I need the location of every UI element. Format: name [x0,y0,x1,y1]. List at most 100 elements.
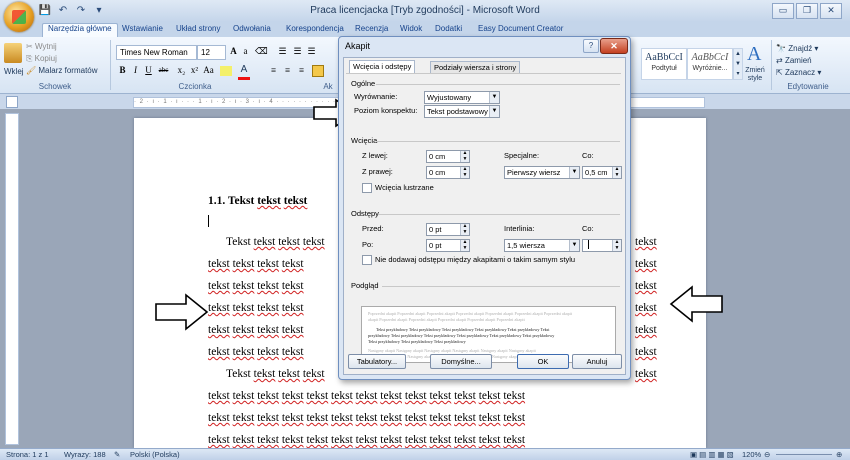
zoom-slider[interactable] [776,454,832,455]
line-spacing-select[interactable]: 1,5 wiersza ▼ [504,239,580,252]
mirror-indents-checkbox[interactable] [362,183,372,193]
subscript-icon[interactable]: x₂ [176,64,187,76]
vertical-ruler[interactable] [5,113,19,445]
align-right-icon[interactable]: ≡ [296,64,307,76]
styles-scroll[interactable]: ▲ ▼ ▾ [733,48,743,80]
chevron-down-icon[interactable]: ▾ [92,4,106,18]
language-indicator[interactable]: Polski (Polska) [130,450,180,459]
paragraph-line: tekst tekst tekst tekst [208,302,304,314]
style-subtitle[interactable]: AaBbCcI Podtytuł [641,48,687,80]
undo-icon[interactable]: ↶ [56,4,70,18]
grow-font-icon[interactable]: A [228,45,239,57]
minimize-button[interactable]: ▭ [772,3,794,19]
maximize-button[interactable]: ❐ [796,3,818,19]
clear-format-icon[interactable]: ⌫ [255,45,268,57]
window-controls: ▭ ❐ ✕ [772,3,842,19]
shrink-font-icon[interactable]: a [240,45,251,57]
replace-icon: ⇄ [776,56,785,65]
paste-icon[interactable] [4,43,22,63]
special-indent-select[interactable]: Pierwszy wiersz ▼ [504,166,580,179]
replace-button[interactable]: ⇄ Zamień [776,56,812,65]
format-painter-button[interactable]: 🖌 Malarz formatów [26,66,98,75]
tab-page-layout[interactable]: Układ strony [176,24,220,37]
change-styles-button[interactable]: Zmień style [744,67,766,83]
spinner-arrows-icon: ▲ ▼ [460,239,469,251]
page-count[interactable]: Strona: 1 z 1 [6,450,49,459]
proofing-icon[interactable]: ✎ [114,450,120,459]
paste-button[interactable]: Wklej [4,67,24,76]
indent-by-label: Co: [582,151,594,160]
status-bar: Strona: 1 z 1 Wyrazy: 188 ✎ Polski (Pols… [0,448,850,460]
style-emphasis[interactable]: AaBbCcI Wyróżnie... [687,48,733,80]
change-styles-icon[interactable]: A [747,43,761,66]
question-icon: ? [588,41,594,50]
align-left-icon[interactable]: ≡ [268,64,279,76]
bold-icon[interactable]: B [117,64,128,76]
zoom-in-icon[interactable]: ⊕ [836,450,842,459]
spacing-after-spinner[interactable]: 0 pt ▲ ▼ [426,239,470,252]
close-button[interactable]: ✕ [820,3,842,19]
align-center-icon[interactable]: ≡ [282,64,293,76]
chevron-down-icon: ▼ [569,240,579,251]
superscript-icon[interactable]: x² [189,64,200,76]
no-space-label: Nie dodawaj odstępu między akapitami o t… [375,255,576,264]
help-button[interactable]: ? [583,39,599,53]
font-size-combo[interactable]: 12 [197,45,226,60]
paragraph-line-end: tekst [635,236,657,248]
justify-icon[interactable] [312,65,324,77]
underline-icon[interactable]: U [143,64,154,76]
office-button[interactable] [4,2,34,32]
tab-insert[interactable]: Wstawianie [122,24,163,37]
tab-mailings[interactable]: Korespondencja [286,24,344,37]
italic-icon[interactable]: I [130,64,141,76]
strikethrough-icon[interactable]: abc [158,64,169,76]
paragraph-line: tekst tekst tekst tekst [208,324,304,336]
view-buttons[interactable]: ▣ ▤ ▥ ▦ ▧ [690,450,734,459]
tabs-button[interactable]: Tabulatory... [348,354,406,369]
save-icon[interactable]: 💾 [38,4,52,18]
ok-button[interactable]: OK [517,354,569,369]
highlight-icon[interactable] [220,66,232,76]
indent-right-spinner[interactable]: 0 cm ▲ ▼ [426,166,470,179]
alignment-select[interactable]: Wyjustowany ▼ [424,91,500,104]
section-heading: 1.1. Tekst tekst tekst [208,195,308,207]
tab-references[interactable]: Odwołania [233,24,271,37]
multilevel-list-icon[interactable]: ☰ [306,45,317,57]
spinner-arrows-icon: ▲ ▼ [460,166,469,178]
dialog-body: Wcięcia i odstępy Podziały wiersza i str… [343,57,626,375]
general-section-label: Ogólne [351,79,376,88]
no-space-checkbox[interactable] [362,255,372,265]
font-name-combo[interactable]: Times New Roman [116,45,197,60]
redo-icon[interactable]: ↷ [74,4,88,18]
indent-left-spinner[interactable]: 0 cm ▲ ▼ [426,150,470,163]
select-button[interactable]: ⇱ Zaznacz ▾ [776,68,821,77]
text-cursor [208,215,209,227]
divider [382,286,620,287]
tab-underline [346,73,621,74]
default-button[interactable]: Domyślne... [430,354,492,369]
word-count[interactable]: Wyrazy: 188 [64,450,106,459]
cursor-icon: ⇱ [776,68,785,77]
indent-by-spinner[interactable]: 0,5 cm ▲ ▼ [582,166,622,179]
paragraph-line: tekst tekst tekst tekst tekst tekst teks… [208,412,526,424]
spacing-before-spinner[interactable]: 0 pt ▲ ▼ [426,223,470,236]
zoom-level[interactable]: 120% [742,450,761,459]
paragraph-dialog: Akapit ? ✕ Wcięcia i odstępy Podziały wi… [338,36,631,380]
cut-button[interactable]: ✂ Wytnij [26,42,57,51]
copy-button[interactable]: ⎘ Kopiuj [26,54,57,64]
tab-selector[interactable] [6,96,18,108]
line-spacing-at-spinner[interactable]: ▲ ▼ [582,239,622,252]
numbering-icon[interactable]: ☰ [292,45,303,57]
outline-level-select[interactable]: Tekst podstawowy ▼ [424,105,500,118]
bullets-icon[interactable]: ☰ [277,45,288,57]
cancel-button[interactable]: Anuluj [572,354,622,369]
tab-home[interactable]: Narzędzia główne [42,23,118,37]
find-button[interactable]: 🔭 Znajdź ▾ [776,44,818,53]
font-color-icon[interactable]: A [238,65,250,80]
dialog-close-button[interactable]: ✕ [600,38,628,54]
change-case-icon[interactable]: Aa [203,64,214,76]
paragraph-line-end: tekst [635,324,657,336]
tab-indents-spacing[interactable]: Wcięcia i odstępy [349,60,416,74]
zoom-out-icon[interactable]: ⊖ [764,450,770,459]
alignment-label: Wyrównanie: [354,92,398,101]
